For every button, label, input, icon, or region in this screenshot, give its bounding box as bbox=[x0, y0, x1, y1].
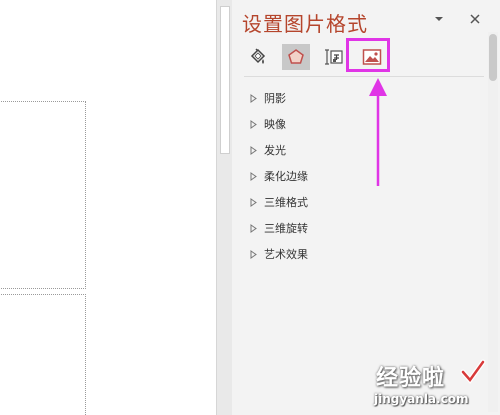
tab-fill-line[interactable] bbox=[244, 44, 272, 70]
section-artistic-effects[interactable]: 艺术效果 bbox=[248, 244, 308, 264]
powerpoint-window: 设置图片格式 阴影 映像 发光 柔化边缘 三维格式 三维旋转 艺术效果 经验啦 … bbox=[0, 0, 500, 415]
pane-vertical-scrollbar[interactable] bbox=[488, 32, 498, 412]
section-label: 三维旋转 bbox=[264, 222, 308, 235]
section-reflection[interactable]: 映像 bbox=[248, 114, 286, 134]
chevron-down-icon bbox=[435, 17, 443, 21]
picture-icon bbox=[362, 49, 382, 65]
section-3d-format[interactable]: 三维格式 bbox=[248, 192, 308, 212]
section-label: 阴影 bbox=[264, 92, 286, 105]
section-soft-edges[interactable]: 柔化边缘 bbox=[248, 166, 308, 186]
tab-picture[interactable] bbox=[358, 44, 386, 70]
pane-title: 设置图片格式 bbox=[242, 12, 368, 36]
chevron-right-icon bbox=[248, 93, 258, 103]
section-label: 三维格式 bbox=[264, 196, 308, 209]
slide[interactable] bbox=[0, 0, 216, 415]
format-picture-pane: 设置图片格式 阴影 映像 发光 柔化边缘 三维格式 三维旋转 艺术效果 bbox=[232, 0, 500, 415]
canvas-scrollbar-thumb[interactable] bbox=[220, 6, 230, 154]
chevron-right-icon bbox=[248, 223, 258, 233]
close-icon bbox=[470, 14, 480, 24]
paint-bucket-icon bbox=[250, 48, 266, 64]
pane-scrollbar-thumb[interactable] bbox=[489, 34, 497, 81]
size-icon bbox=[325, 49, 343, 65]
section-label: 艺术效果 bbox=[264, 248, 308, 261]
section-label: 映像 bbox=[264, 118, 286, 131]
chevron-right-icon bbox=[248, 119, 258, 129]
section-shadow[interactable]: 阴影 bbox=[248, 88, 286, 108]
section-label: 发光 bbox=[264, 144, 286, 157]
slide-placeholder-bottom[interactable] bbox=[0, 294, 86, 415]
slide-placeholder-top[interactable] bbox=[0, 101, 86, 289]
chevron-right-icon bbox=[248, 145, 258, 155]
section-3d-rotation[interactable]: 三维旋转 bbox=[248, 218, 308, 238]
chevron-right-icon bbox=[248, 197, 258, 207]
canvas-vertical-scrollbar[interactable] bbox=[216, 0, 232, 415]
slide-canvas-area bbox=[0, 0, 216, 415]
tabs-divider bbox=[244, 76, 484, 77]
chevron-right-icon bbox=[248, 171, 258, 181]
chevron-right-icon bbox=[248, 249, 258, 259]
tab-effects[interactable] bbox=[282, 44, 310, 70]
pentagon-icon bbox=[288, 49, 304, 64]
pane-close-button[interactable] bbox=[466, 10, 484, 28]
section-glow[interactable]: 发光 bbox=[248, 140, 286, 160]
section-label: 柔化边缘 bbox=[264, 170, 308, 183]
pane-options-button[interactable] bbox=[430, 10, 448, 28]
tab-size-properties[interactable] bbox=[320, 44, 348, 70]
